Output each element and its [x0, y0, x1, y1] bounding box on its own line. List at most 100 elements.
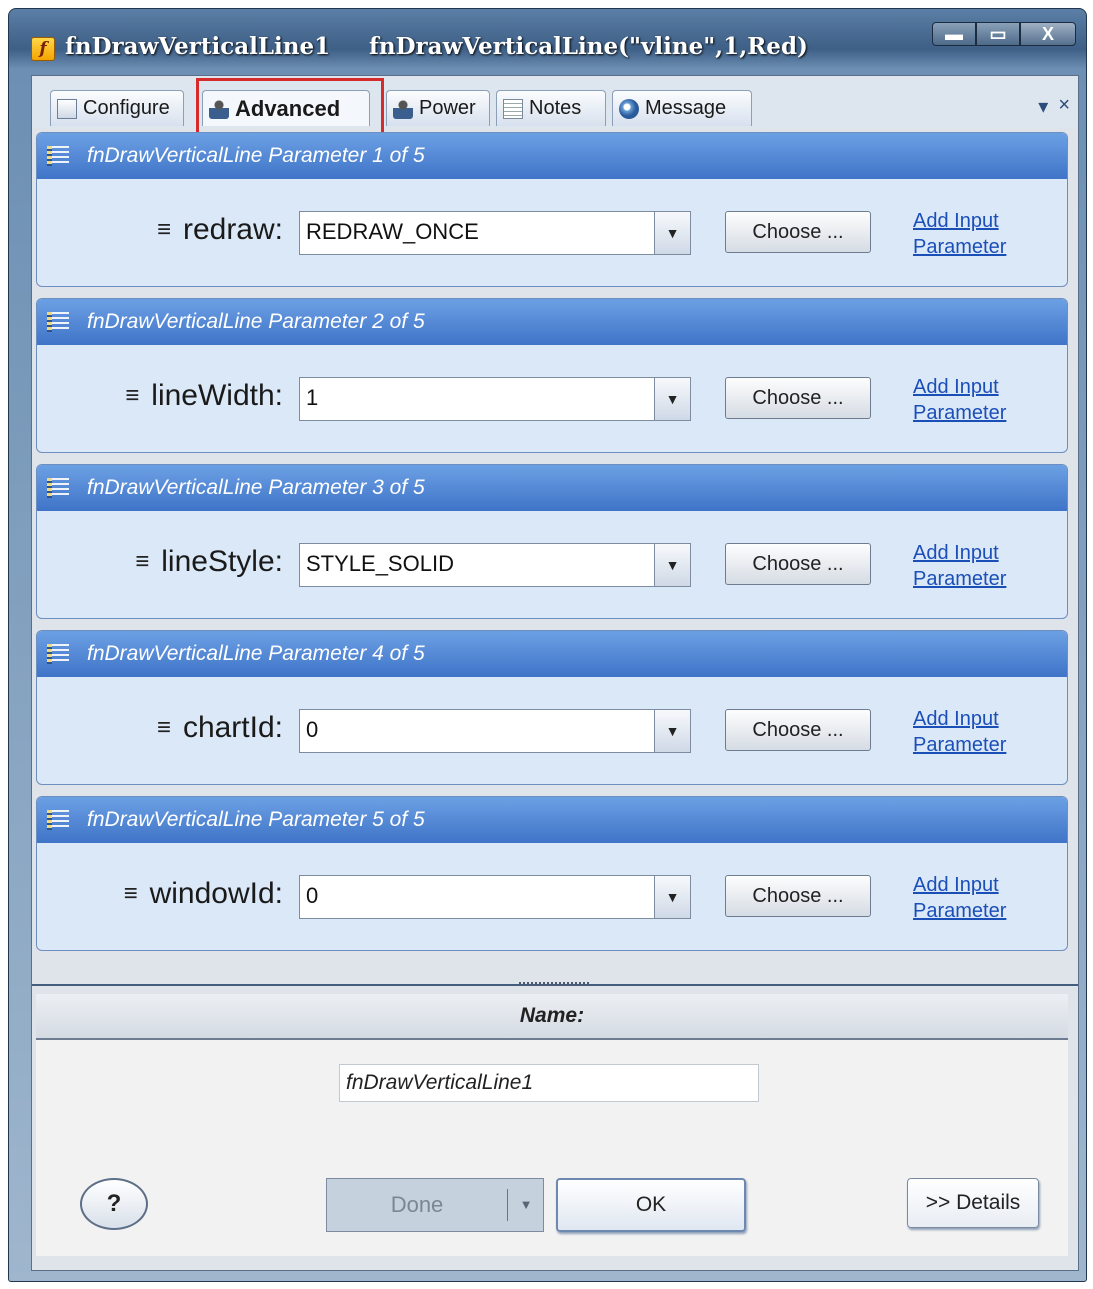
tab-power[interactable]: Power	[386, 90, 490, 126]
equals-icon: ≡	[156, 216, 171, 243]
panel-title: fnDrawVerticalLine Parameter 5 of 5	[87, 808, 425, 831]
tab-configure[interactable]: Configure	[50, 90, 184, 126]
param-label-text: lineWidth:	[151, 379, 283, 412]
value-combobox[interactable]: 0 ▼	[299, 875, 691, 919]
list-icon	[47, 644, 69, 664]
name-header: Name:	[36, 994, 1068, 1040]
dropdown-arrow-icon[interactable]: ▼	[654, 378, 690, 420]
dropdown-arrow-icon[interactable]: ▼	[654, 212, 690, 254]
panel-header[interactable]: fnDrawVerticalLine Parameter 3 of 5	[37, 465, 1067, 511]
panel-header[interactable]: fnDrawVerticalLine Parameter 1 of 5	[37, 133, 1067, 179]
param-label-text: windowId:	[149, 877, 283, 910]
value-combobox[interactable]: 0 ▼	[299, 709, 691, 753]
details-button[interactable]: >> Details	[907, 1178, 1039, 1228]
person-icon	[393, 98, 413, 119]
panel-header[interactable]: fnDrawVerticalLine Parameter 2 of 5	[37, 299, 1067, 345]
splitter-handle[interactable]	[519, 982, 589, 986]
parameter-panel-3: fnDrawVerticalLine Parameter 3 of 5 ≡ li…	[36, 464, 1068, 619]
choose-button[interactable]: Choose ...	[725, 709, 871, 751]
choose-button[interactable]: Choose ...	[725, 875, 871, 917]
choose-button[interactable]: Choose ...	[725, 543, 871, 585]
add-input-parameter-link[interactable]: Add Input Parameter	[913, 872, 1023, 924]
tab-power-label: Power	[419, 97, 476, 119]
param-label: ≡ chartId:	[157, 711, 283, 745]
parameter-panel-2: fnDrawVerticalLine Parameter 2 of 5 ≡ li…	[36, 298, 1068, 453]
equals-icon: ≡	[135, 548, 150, 575]
param-label: ≡ windowId:	[124, 877, 283, 911]
title-bar[interactable]: f fnDrawVerticalLine1 fnDrawVerticalLine…	[9, 9, 1086, 73]
parameter-panel-5: fnDrawVerticalLine Parameter 5 of 5 ≡ wi…	[36, 796, 1068, 951]
dialog-window: f fnDrawVerticalLine1 fnDrawVerticalLine…	[8, 8, 1087, 1282]
panel-header[interactable]: fnDrawVerticalLine Parameter 5 of 5	[37, 797, 1067, 843]
panel-title: fnDrawVerticalLine Parameter 3 of 5	[87, 476, 425, 499]
panel-title: fnDrawVerticalLine Parameter 2 of 5	[87, 310, 425, 333]
done-split-button: Done ▼	[326, 1178, 544, 1232]
combo-value[interactable]: 0	[306, 710, 318, 750]
dropdown-arrow-icon[interactable]: ▼	[654, 544, 690, 586]
value-combobox[interactable]: REDRAW_ONCE ▼	[299, 211, 691, 255]
ok-button[interactable]: OK	[556, 1178, 746, 1232]
value-combobox[interactable]: STYLE_SOLID ▼	[299, 543, 691, 587]
close-button[interactable]: X	[1020, 22, 1076, 46]
param-label-text: lineStyle:	[161, 545, 283, 578]
add-input-parameter-link[interactable]: Add Input Parameter	[913, 374, 1023, 426]
add-input-parameter-link[interactable]: Add Input Parameter	[913, 706, 1023, 758]
param-label: ≡ redraw:	[157, 213, 283, 247]
notes-icon	[503, 98, 523, 119]
list-icon	[47, 312, 69, 332]
chevron-down-icon: ▼	[519, 1197, 533, 1212]
combo-value[interactable]: 1	[306, 378, 318, 418]
maximize-icon: ▭	[989, 24, 1007, 44]
tab-notes-label: Notes	[529, 97, 582, 119]
close-icon: X	[1041, 24, 1054, 44]
tab-menu: ▾ ×	[1038, 94, 1070, 119]
maximize-button[interactable]: ▭	[976, 22, 1020, 46]
dropdown-arrow-icon[interactable]: ▼	[654, 710, 690, 752]
combo-value[interactable]: REDRAW_ONCE	[306, 212, 479, 252]
parameter-panel-4: fnDrawVerticalLine Parameter 4 of 5 ≡ ch…	[36, 630, 1068, 785]
equals-icon: ≡	[156, 714, 171, 741]
tab-strip: Configure Advanced Power Notes Message ▾	[32, 76, 1078, 141]
param-label: ≡ lineWidth:	[125, 379, 283, 413]
list-icon	[47, 810, 69, 830]
name-section: Name: fnDrawVerticalLine1 ? Done ▼ OK >>…	[36, 994, 1068, 1256]
minimize-button[interactable]: ▬	[932, 22, 976, 46]
list-icon	[47, 146, 69, 166]
equals-icon: ≡	[125, 382, 140, 409]
panel-title: fnDrawVerticalLine Parameter 1 of 5	[87, 144, 425, 167]
tab-configure-label: Configure	[83, 97, 170, 119]
add-input-parameter-link[interactable]: Add Input Parameter	[913, 540, 1023, 592]
tab-message[interactable]: Message	[612, 90, 752, 126]
combo-value[interactable]: STYLE_SOLID	[306, 544, 454, 584]
window-title-call: fnDrawVerticalLine("vline",1,Red)	[369, 33, 808, 60]
combo-value[interactable]: 0	[306, 876, 318, 916]
choose-button[interactable]: Choose ...	[725, 377, 871, 419]
window-controls: ▬ ▭ X	[932, 22, 1076, 46]
message-icon	[619, 98, 639, 119]
param-label: ≡ lineStyle:	[135, 545, 283, 579]
value-combobox[interactable]: 1 ▼	[299, 377, 691, 421]
name-input[interactable]: fnDrawVerticalLine1	[339, 1064, 759, 1102]
choose-button[interactable]: Choose ...	[725, 211, 871, 253]
done-button: Done	[390, 1192, 444, 1217]
panel-header[interactable]: fnDrawVerticalLine Parameter 4 of 5	[37, 631, 1067, 677]
window-title-name: fnDrawVerticalLine1	[65, 33, 331, 60]
tab-notes[interactable]: Notes	[496, 90, 606, 126]
done-separator	[507, 1189, 508, 1221]
add-input-parameter-link[interactable]: Add Input Parameter	[913, 208, 1023, 260]
param-label-text: chartId:	[182, 711, 283, 744]
configure-icon	[57, 98, 77, 119]
dropdown-arrow-icon[interactable]: ▼	[654, 876, 690, 918]
list-icon	[47, 478, 69, 498]
dropdown-icon[interactable]: ▾	[1038, 94, 1048, 119]
panel-title: fnDrawVerticalLine Parameter 4 of 5	[87, 642, 425, 665]
parameter-panel-1: fnDrawVerticalLine Parameter 1 of 5 ≡ re…	[36, 132, 1068, 287]
equals-icon: ≡	[123, 880, 138, 907]
dialog-client: Configure Advanced Power Notes Message ▾	[31, 75, 1079, 1271]
tab-message-label: Message	[645, 97, 727, 119]
function-icon: f	[31, 37, 55, 61]
param-label-text: redraw:	[182, 213, 283, 246]
minimize-icon: ▬	[945, 24, 963, 44]
help-button[interactable]: ?	[80, 1178, 148, 1230]
close-icon[interactable]: ×	[1058, 94, 1070, 119]
